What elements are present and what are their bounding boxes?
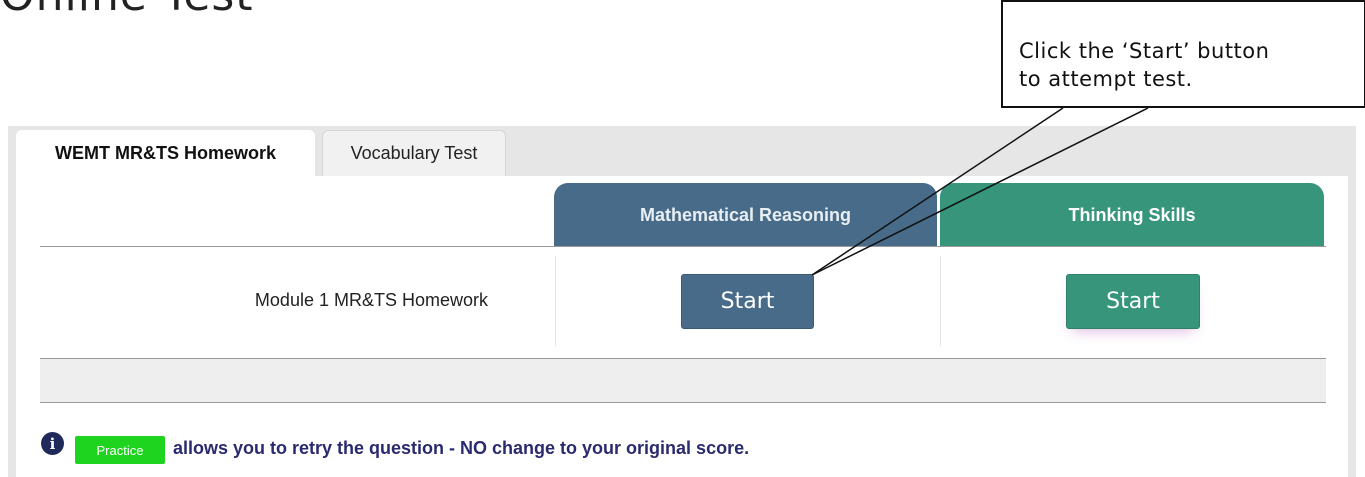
callout-text-line: to attempt test. bbox=[1019, 67, 1193, 91]
callout-text-line: Click the ‘Start’ button bbox=[1019, 39, 1270, 63]
callout-box: Click the ‘Start’ button to attempt test… bbox=[1001, 0, 1365, 108]
